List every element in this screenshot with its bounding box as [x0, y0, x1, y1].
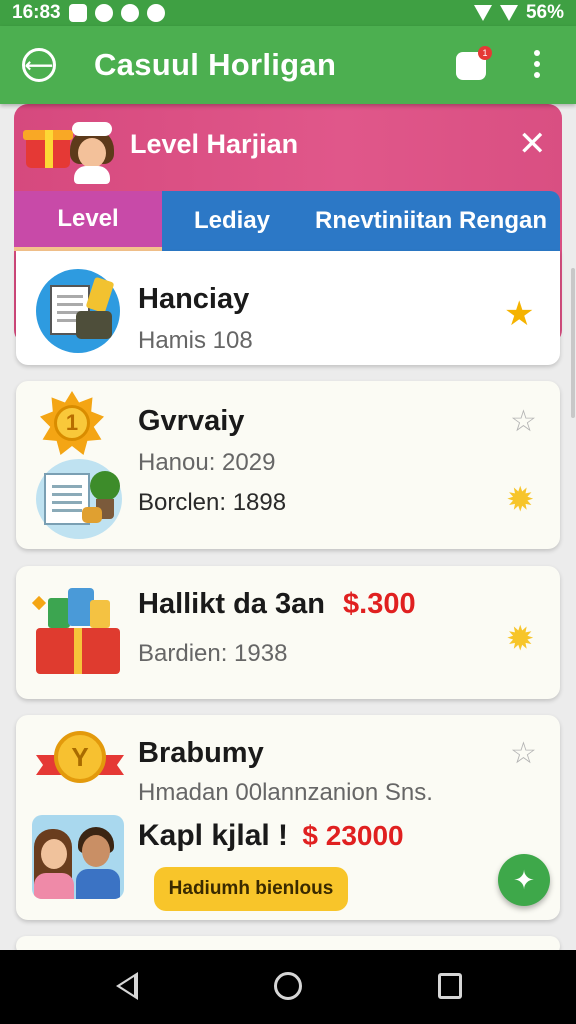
wifi-icon	[473, 5, 492, 21]
item-title: Hallikt da 3an	[138, 588, 325, 620]
more-dot-icon	[534, 61, 540, 67]
item-title: Brabumy	[138, 737, 264, 769]
item-title: Hanciay	[138, 283, 250, 315]
back-arrow-icon: ⟵	[24, 54, 54, 77]
system-nav-bar	[0, 950, 576, 1024]
medal-icon: 1	[40, 391, 104, 455]
ribbon-medal-icon: Y	[36, 729, 124, 793]
plus-icon: ✦	[513, 865, 535, 895]
battery-level: 56%	[525, 2, 564, 23]
more-dot-icon	[534, 50, 540, 56]
list-item[interactable]: Y Brabumy Hmadan 00lannzanion Sns. Kapl …	[16, 715, 560, 920]
item-title-row: Hallikt da 3an $.300	[138, 588, 416, 621]
gift-icon	[23, 120, 74, 168]
back-button[interactable]: ⟵	[22, 48, 56, 82]
item-detail: Borclen: 1898	[138, 489, 287, 516]
notification-icon	[68, 4, 87, 22]
star-outline-icon[interactable]: ☆	[510, 405, 537, 439]
star-icon[interactable]: ★	[504, 297, 534, 331]
navigation-icon	[146, 4, 165, 22]
item-subtitle: Hanou: 2029	[138, 449, 276, 476]
claim-button[interactable]: Hadiumh bienlous	[154, 867, 348, 911]
star-outline-icon[interactable]: ☆	[510, 737, 537, 771]
list-item[interactable]: Hallikt da 3an $.300 Bardien: 1938 ✹	[16, 566, 560, 699]
item-subtitle: Hmadan 00lannzanion Sns.	[138, 779, 433, 806]
documents-icon	[36, 269, 120, 353]
close-button[interactable]: ✕	[518, 126, 547, 162]
list-item[interactable]: 1 Gvrvaiy Hanou: 2029 Borclen: 1898 ☆ ✹	[16, 381, 560, 549]
item-subtitle: Hamis 108	[138, 327, 253, 354]
media-icon	[120, 4, 139, 22]
scrollbar[interactable]	[571, 268, 575, 418]
tab-rengan[interactable]: Rnevtiniitan Rengan	[302, 191, 560, 251]
list-item[interactable]: Hanciay Hamis 108 ★	[16, 251, 560, 365]
newspaper-icon	[36, 459, 122, 539]
panel-title: Level Harjian	[130, 129, 299, 159]
nav-home-icon[interactable]	[274, 972, 302, 1000]
nav-back-icon[interactable]	[116, 972, 138, 1000]
notification-badge: 1	[478, 46, 492, 60]
app-bar: ⟵ Casuul Horligan 1	[0, 26, 576, 104]
app-title: Casuul Horligan	[94, 47, 337, 82]
more-options-button[interactable]	[534, 50, 542, 78]
sync-icon	[94, 4, 113, 22]
item-detail-row: Kapl kjlal ! $ 23000	[138, 819, 404, 853]
couple-image	[32, 815, 124, 899]
nav-recents-icon[interactable]	[438, 973, 462, 999]
signal-icon	[499, 5, 518, 21]
gift-basket-icon	[31, 588, 124, 678]
notification-button[interactable]: 1	[456, 46, 492, 80]
tab-lediay[interactable]: Lediay	[162, 191, 302, 251]
item-price: $.300	[343, 588, 416, 620]
gear-icon[interactable]: ✹	[506, 622, 535, 656]
more-dot-icon	[534, 72, 540, 78]
avatar	[70, 122, 116, 184]
status-bar: 16:83 56%	[0, 0, 576, 26]
gear-icon[interactable]: ✹	[506, 483, 535, 517]
item-price: $ 23000	[302, 820, 404, 851]
add-button[interactable]: ✦	[498, 854, 550, 906]
tab-level[interactable]: Level	[14, 191, 162, 251]
tab-bar: Level Lediay Rnevtiniitan Rengan	[14, 191, 560, 251]
item-detail: Kapl kjlal !	[138, 819, 289, 852]
status-time: 16:83	[12, 2, 61, 23]
item-subtitle: Bardien: 1938	[138, 640, 288, 667]
item-title: Gvrvaiy	[138, 405, 245, 437]
